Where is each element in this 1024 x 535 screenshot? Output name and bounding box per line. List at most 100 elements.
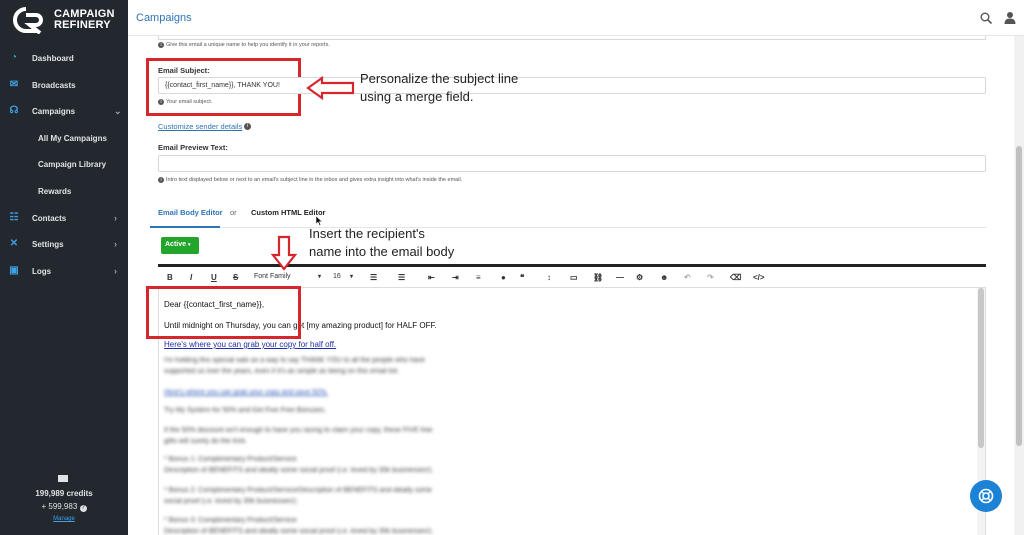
color-icon[interactable]: ● [501, 273, 506, 282]
subject-help: i Your email subject. [158, 99, 212, 105]
lifebuoy-icon [978, 488, 994, 504]
sidebar-item-logs[interactable]: ▣ Logs › [0, 259, 128, 283]
sidebar-item-broadcasts[interactable]: ✉ Broadcasts [0, 73, 128, 97]
page-scrollbar-thumb[interactable] [1016, 146, 1022, 446]
bold-icon[interactable]: B [167, 273, 173, 282]
blurred-link: Here's where you can grab your copy and … [164, 389, 328, 396]
campaign-name-input[interactable] [158, 36, 986, 40]
sidebar-item-campaigns[interactable]: ☊ Campaigns ⌄ [0, 99, 128, 123]
blurred-text: social proof (i.e. loved by 30k business… [164, 498, 298, 505]
chevron-down-icon: ▾ [318, 274, 322, 280]
bullet-list-icon[interactable]: ☰ [370, 273, 377, 282]
tab-custom-html-editor[interactable]: Custom HTML Editor [251, 208, 325, 217]
sidebar: CAMPAIGN REFINERY ◔ Dashboard ✉ Broadcas… [0, 0, 128, 535]
code-view-icon[interactable]: </> [753, 273, 765, 282]
blurred-text: If the 50% discount isn't enough to have… [164, 427, 433, 434]
campaigns-icon: ☊ [9, 105, 19, 116]
mail-icon [58, 475, 68, 482]
chevron-down-icon: ⌄ [114, 105, 122, 116]
sidebar-subitem-rewards[interactable]: Rewards [38, 187, 71, 196]
customize-sender-link[interactable]: Customize sender details [158, 122, 242, 131]
info-icon: i [158, 42, 164, 48]
editor-scrollbar-thumb[interactable] [978, 288, 984, 448]
blurred-text: Description of BENEFITS and ideally some… [164, 467, 434, 474]
active-tab-indicator [150, 226, 220, 228]
horizontal-rule-icon[interactable]: — [616, 273, 624, 282]
blurred-text: Try My System for 50% and Get Five Free … [164, 407, 326, 414]
unique-name-help: i Give this email a unique name to help y… [158, 42, 330, 48]
tabs-divider [150, 227, 986, 228]
page-scrollbar[interactable] [1014, 36, 1024, 535]
main-content: i Give this email a unique name to help y… [128, 36, 1014, 535]
arrow-left-icon [306, 76, 355, 100]
logo-text: CAMPAIGN REFINERY [54, 8, 115, 31]
blurred-text: I'm holding this special sale as a way t… [164, 357, 425, 364]
contacts-icon: ☷ [9, 212, 19, 223]
tabs-separator: or [230, 208, 237, 217]
image-icon[interactable]: ▭ [570, 273, 578, 282]
italic-icon[interactable]: I [190, 273, 192, 282]
body-highlight-box [146, 286, 301, 339]
user-icon[interactable] [1004, 11, 1016, 24]
chevron-down-icon: ▾ [350, 274, 354, 280]
tab-email-body-editor[interactable]: Email Body Editor [158, 208, 223, 217]
clear-format-icon[interactable]: ⌫ [730, 273, 741, 282]
logo-mark-icon [13, 7, 43, 34]
redo-icon[interactable]: ↷ [707, 273, 714, 282]
logs-icon: ▣ [9, 265, 19, 276]
logo[interactable]: CAMPAIGN REFINERY [10, 6, 115, 34]
info-icon: i [158, 99, 164, 105]
underline-icon[interactable]: U [211, 273, 217, 282]
blurred-text: Description of BENEFITS and ideally some… [164, 528, 434, 535]
help-chat-button[interactable] [970, 480, 1002, 512]
preview-help: i Intro text displayed below or next to a… [158, 177, 462, 183]
font-size-select[interactable]: 16 [333, 273, 341, 280]
strikethrough-icon[interactable]: S [233, 273, 238, 282]
quote-icon[interactable]: ❝ [520, 273, 524, 282]
status-toggle-button[interactable]: Active ▾ [161, 237, 199, 254]
line-height-icon[interactable]: ↕ [547, 273, 551, 282]
indent-icon[interactable]: ⇥ [452, 273, 459, 282]
dashboard-icon: ◔ [10, 52, 18, 63]
info-icon: i [158, 177, 164, 183]
broadcast-icon: ✉ [9, 79, 19, 90]
sidebar-subitem-all-campaigns[interactable]: All My Campaigns [38, 134, 107, 143]
top-bar: Campaigns [128, 0, 1024, 36]
sidebar-item-dashboard[interactable]: ◔ Dashboard [0, 46, 128, 70]
sidebar-item-contacts[interactable]: ☷ Contacts › [0, 206, 128, 230]
chevron-right-icon: › [114, 266, 117, 276]
chevron-right-icon: › [114, 239, 117, 249]
blurred-text: supported us over the years, even if it'… [164, 368, 400, 375]
app-window: CAMPAIGN REFINERY ◔ Dashboard ✉ Broadcas… [0, 0, 1024, 535]
preview-input[interactable] [158, 155, 986, 172]
subject-input[interactable]: {{contact_first_name}}, THANK YOU! [158, 77, 986, 94]
info-icon: i [244, 123, 251, 130]
blurred-text: * Bonus 1: Complimentary Product/Service [164, 456, 297, 463]
offer-link[interactable]: Here's where you can grab your copy for … [164, 340, 336, 349]
annotation-subject-line2: using a merge field. [360, 89, 474, 104]
preview-label: Email Preview Text: [158, 143, 228, 152]
blurred-text: * Bonus 3: Complimentary Product/Service [164, 517, 297, 524]
align-icon[interactable]: ≡ [476, 273, 481, 282]
credits-extra: + 599,983 ? [41, 502, 87, 512]
link-icon[interactable]: ⛓ [593, 273, 603, 282]
emoji-icon[interactable]: ☻ [660, 273, 668, 282]
credits-count: 199,989 credits [35, 489, 93, 498]
font-family-select[interactable]: Font Family [254, 273, 291, 280]
gear-icon[interactable]: ⚙ [636, 273, 643, 282]
info-icon: ? [79, 505, 87, 512]
blurred-text: gifts will surely do the trick. [164, 438, 248, 445]
chevron-right-icon: › [114, 213, 117, 223]
outdent-icon[interactable]: ⇤ [428, 273, 435, 282]
search-icon[interactable] [980, 12, 992, 24]
arrow-down-icon [271, 235, 297, 271]
numbered-list-icon[interactable]: ☰ [398, 273, 405, 282]
undo-icon[interactable]: ↶ [684, 273, 691, 282]
sidebar-subitem-campaign-library[interactable]: Campaign Library [38, 160, 106, 169]
manage-link[interactable]: Manage [0, 516, 128, 522]
annotation-body-line2: name into the email body [309, 244, 455, 259]
page-title: Campaigns [136, 12, 192, 24]
sidebar-item-settings[interactable]: ✕ Settings › [0, 232, 128, 256]
chevron-down-icon: ▾ [187, 242, 191, 248]
settings-icon: ✕ [9, 238, 19, 249]
